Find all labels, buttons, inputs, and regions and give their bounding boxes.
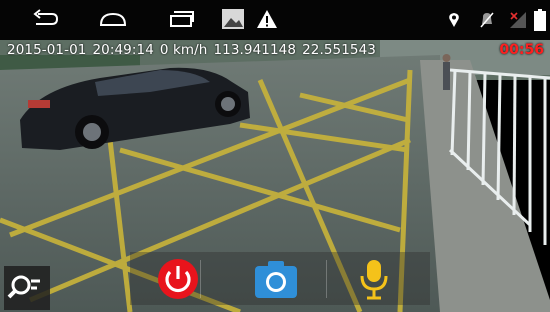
gps-info-overlay: 2015-01-01 20:49:14 0 km/h 113.941148 22.551… <box>7 42 382 58</box>
speed-text: 0 km/h <box>159 42 208 58</box>
search-button[interactable] <box>4 266 50 310</box>
warning-icon <box>257 10 277 28</box>
recent-apps-icon[interactable] <box>166 8 196 30</box>
no-signal-icon <box>510 12 526 28</box>
longitude-text: 113.941148 <box>213 42 297 58</box>
home-icon[interactable] <box>98 8 128 30</box>
time-text: 20:49:14 <box>92 42 154 58</box>
mute-icon <box>480 12 494 28</box>
battery-icon <box>534 9 546 31</box>
control-toolbar <box>130 252 430 305</box>
power-icon <box>158 259 198 299</box>
camera-button[interactable] <box>246 258 306 300</box>
latitude-text: 22.551543 <box>302 42 376 58</box>
recording-timer: 00:56 <box>499 42 544 58</box>
gallery-icon[interactable] <box>220 7 246 31</box>
search-icon <box>7 275 40 299</box>
camera-icon <box>255 261 297 298</box>
microphone-icon <box>360 260 388 300</box>
status-bar <box>0 0 550 40</box>
dashcam-screen: 2015-01-01 20:49:14 0 km/h 113.941148 22.551… <box>0 0 550 312</box>
power-button[interactable] <box>148 258 208 300</box>
back-icon[interactable] <box>30 8 60 30</box>
microphone-button[interactable] <box>344 258 404 300</box>
toolbar-divider <box>326 260 327 298</box>
date-text: 2015-01-01 <box>7 42 87 58</box>
location-icon <box>449 13 459 27</box>
